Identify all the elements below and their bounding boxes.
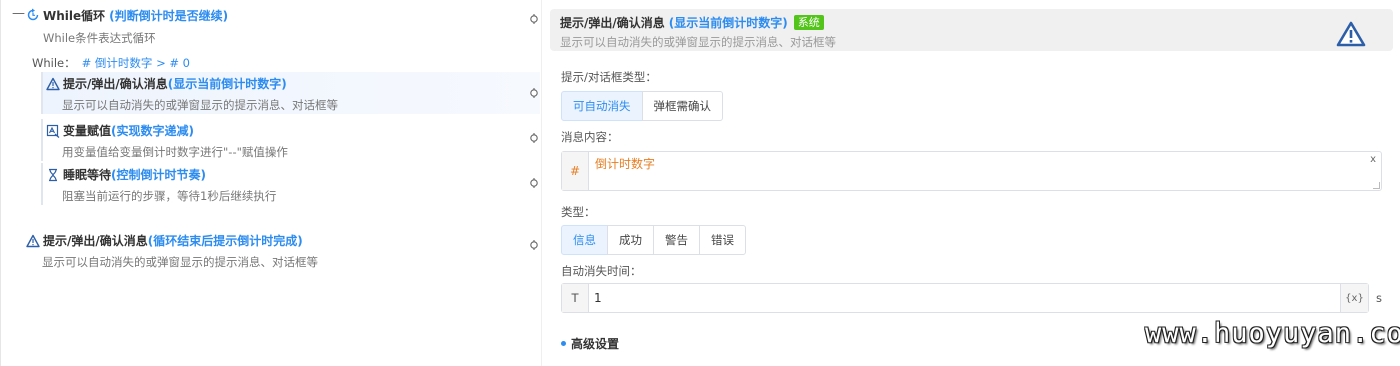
step-note: (控制倒计时节奏)	[111, 168, 206, 182]
connector-handle-icon[interactable]	[529, 88, 539, 98]
connector-handle-icon[interactable]	[529, 240, 539, 250]
hourglass-icon	[46, 168, 60, 182]
connector-handle-icon[interactable]	[529, 14, 539, 24]
loop-title: While循环	[43, 8, 106, 23]
collapse-toggle[interactable]: —	[12, 7, 25, 23]
clear-icon[interactable]: x	[1370, 154, 1376, 165]
warning-icon	[1336, 21, 1366, 47]
dialog-type-label: 提示/对话框类型：	[561, 70, 657, 84]
dialog-type-selector: 可自动消失 弹框需确认	[561, 91, 723, 121]
nest-line	[41, 163, 43, 205]
option-auto-dismiss[interactable]: 可自动消失	[561, 91, 643, 121]
nest-line	[41, 119, 43, 161]
step-desc: 阻塞当前运行的步骤，等待1秒后继续执行	[62, 189, 277, 203]
step-desc: 显示可以自动消失的或弹窗显示的提示消息、对话框等	[62, 98, 338, 112]
loop-desc: While条件表达式循环	[43, 31, 156, 45]
config-title: 提示/弹出/确认消息	[560, 16, 665, 30]
step-title: 变量赋值	[63, 124, 112, 138]
loop-note: (判断倒计时是否继续)	[109, 8, 229, 23]
message-value[interactable]: 倒计时数字	[595, 155, 655, 172]
config-header: 提示/弹出/确认消息 (显示当前倒计时数字) 系统 显示可以自动消失的或弹窗显示…	[550, 9, 1393, 51]
insert-variable-button[interactable]: {x}	[1340, 284, 1368, 312]
auto-close-input[interactable]	[589, 284, 1339, 312]
bullet-icon	[561, 341, 566, 346]
watermark: www.huoyuyan.com	[1145, 318, 1400, 349]
step-sleep-wait[interactable]: 睡眠等待 (控制倒计时节奏) 阻塞当前运行的步骤，等待1秒后继续执行	[41, 163, 540, 205]
connector-handle-icon[interactable]	[529, 133, 539, 143]
step-note: (显示当前倒计时数字)	[167, 77, 287, 91]
auto-close-label: 自动消失时间：	[561, 264, 642, 278]
step-title: 睡眠等待	[63, 168, 112, 182]
type-label: 类型：	[561, 205, 596, 219]
step-desc: 显示可以自动消失的或弹窗显示的提示消息、对话框等	[42, 255, 318, 269]
step-variable-assign[interactable]: 变量赋值 (实现数字递减) 用变量值给变量倒计时数字进行"--"赋值操作	[41, 119, 540, 161]
message-label: 消息内容：	[561, 130, 619, 144]
resize-grip-icon[interactable]	[1373, 182, 1380, 189]
system-tag: 系统	[793, 15, 824, 30]
text-prefix: T	[562, 284, 589, 312]
connector-handle-icon[interactable]	[529, 178, 539, 188]
option-require-confirm[interactable]: 弹框需确认	[641, 91, 723, 121]
advanced-settings-toggle[interactable]: 高级设置	[561, 335, 619, 352]
warning-icon	[46, 77, 60, 91]
nest-line	[41, 72, 43, 114]
config-note: (显示当前倒计时数字)	[668, 16, 788, 30]
step-note: (实现数字递减)	[111, 124, 194, 138]
loop-icon	[26, 8, 40, 22]
step-note: (循环结束后提示倒计时完成)	[147, 234, 303, 248]
config-subtitle: 显示可以自动消失的或弹窗显示的提示消息、对话框等	[560, 35, 836, 49]
while-cond-expression: # 倒计时数字 > # 0	[81, 56, 190, 70]
panel-border	[0, 0, 1, 366]
option-success[interactable]: 成功	[607, 225, 654, 255]
step-title: 提示/弹出/确认消息	[63, 77, 168, 91]
panel-divider	[541, 0, 542, 366]
type-selector: 信息 成功 警告 错误	[561, 225, 746, 255]
step-final-message[interactable]: 提示/弹出/确认消息 (循环结束后提示倒计时完成) 显示可以自动消失的或弹窗显示…	[26, 229, 526, 271]
auto-close-time-field: T {x}	[561, 283, 1369, 313]
option-warning[interactable]: 警告	[653, 225, 700, 255]
advanced-settings-label: 高级设置	[571, 337, 620, 351]
step-show-message[interactable]: 提示/弹出/确认消息 (显示当前倒计时数字) 显示可以自动消失的或弹窗显示的提示…	[41, 72, 540, 114]
warning-icon	[26, 234, 40, 248]
seconds-unit: s	[1376, 291, 1382, 305]
message-content-field[interactable]: # 倒计时数字 x	[561, 151, 1382, 191]
option-info[interactable]: 信息	[561, 225, 608, 255]
while-loop-step[interactable]: — While循环 (判断倒计时是否继续)	[12, 7, 228, 23]
step-title: 提示/弹出/确认消息	[43, 234, 148, 248]
variable-assign-icon	[46, 124, 60, 138]
while-condition[interactable]: While： # 倒计时数字 > # 0	[32, 55, 190, 71]
variable-prefix: #	[562, 152, 589, 190]
step-desc: 用变量值给变量倒计时数字进行"--"赋值操作	[62, 145, 288, 159]
while-cond-label: While：	[32, 56, 76, 70]
option-error[interactable]: 错误	[699, 225, 746, 255]
